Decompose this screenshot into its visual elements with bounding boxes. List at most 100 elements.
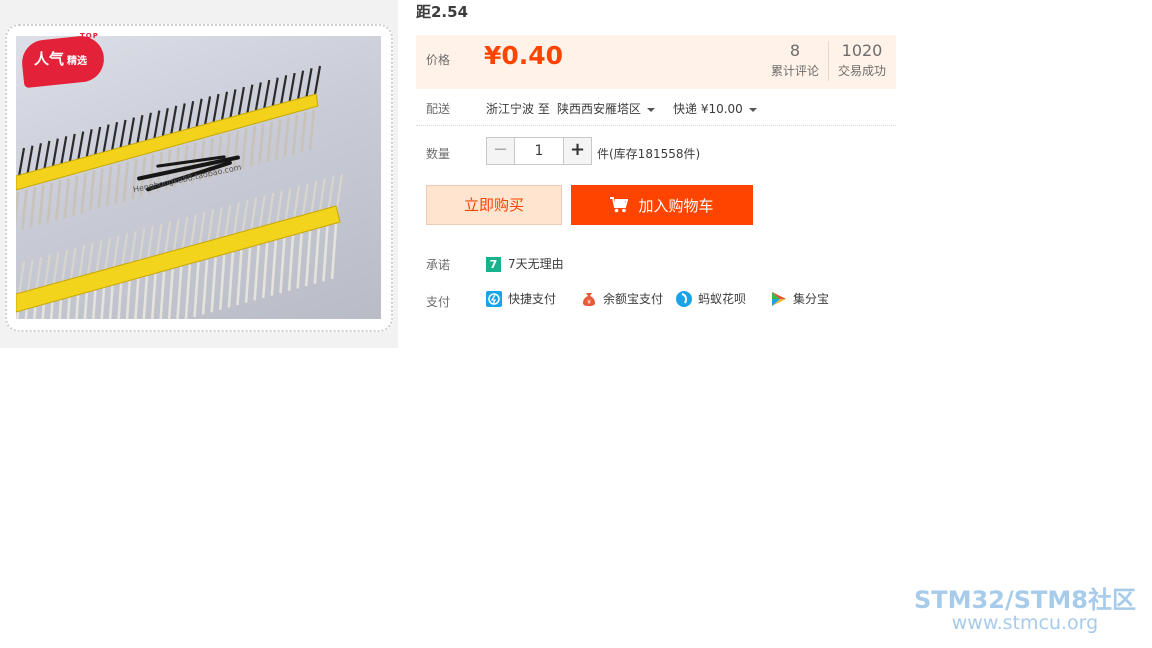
shipping-label: 配送 [426,102,451,116]
comments-label: 累计评论 [770,64,819,78]
pin-line [257,123,265,165]
pin-line [134,278,140,319]
pin-line [330,223,338,280]
shipping-method: 快递 ¥10.00 [673,102,743,116]
payment-quick-label: 快捷支付 [508,292,557,306]
pin-line [58,300,63,319]
payment-jifenbao[interactable]: 集分宝 [771,290,829,307]
pin-line [184,264,192,319]
pin-line [29,187,37,228]
pin-line [75,295,80,319]
site-watermark: STM32/STM8社区 www.stmcu.org [914,588,1136,633]
pin-line [91,290,97,319]
pin-line [274,119,282,160]
watermark-brand: STM32/STM8社区 [914,586,1136,614]
pin-line [167,269,174,319]
shipping-destination-select[interactable]: 陕西西安雁塔区 [557,100,656,117]
pin-line [291,114,299,155]
pin-line [150,273,157,319]
pin-line [83,292,89,319]
pin-line [308,109,316,151]
pin-line [279,238,286,294]
pin-line [159,271,166,319]
chevron-down-icon [647,107,656,112]
pin-line [33,307,37,319]
add-to-cart-label: 加入购物车 [638,196,714,215]
price-label: 价格 [426,53,451,67]
stock-text: 件(库存181558件) [597,147,701,161]
product-gallery: TOP 人气 精选 Henghongke88.taobao.com [0,0,398,348]
badge-sub-text: 精选 [67,56,88,67]
pin-line [227,252,235,308]
payment-huabei[interactable]: 蚂蚁花呗 [676,290,746,307]
increase-button[interactable]: + [563,138,591,164]
shipping-method-select[interactable]: 快递 ¥10.00 [673,100,757,117]
pin-line [176,266,183,319]
pin-line [253,245,260,301]
deals-stat: 1020 交易成功 [832,41,892,79]
pin-line [249,126,257,167]
pin-line [114,163,121,205]
pin-line [80,173,87,214]
pin-line [21,189,28,230]
pin-line [210,257,217,313]
comments-count: 8 [789,41,801,60]
watermark-url: www.stmcu.org [951,612,1099,634]
deals-label: 交易成功 [837,64,886,78]
pin-line [304,231,312,287]
deals-count: 1020 [841,41,883,60]
pin-line [100,288,106,319]
pin-line [16,311,20,319]
badge-label: 人气 精选 [34,48,87,69]
pin-line [125,280,132,319]
add-to-cart-button[interactable]: 加入购物车 [571,185,753,225]
promise-label: 承诺 [426,258,451,272]
pin-line [266,121,274,162]
buy-now-button[interactable]: 立即购买 [426,185,562,225]
quick-pay-icon [486,290,502,307]
pin-line [71,175,79,216]
pin-line [16,191,20,226]
pin-line [46,182,54,223]
pin-line [117,283,123,319]
shipping-origin: 浙江宁波 至 [486,102,550,116]
comments-stat[interactable]: 8 累计评论 [766,41,824,79]
pin-line [322,226,329,282]
pin-line [41,304,46,319]
shipping-destination: 陕西西安雁塔区 [557,102,642,116]
quantity-stepper: − + [486,137,592,165]
pin-line [296,233,303,289]
seven-day-return-icon: 7 [486,257,501,272]
pin-line [241,128,248,169]
pin-line [97,168,104,209]
pin-line [244,247,252,303]
payment-quick[interactable]: 快捷支付 [486,290,556,307]
promise-item[interactable]: 7 7天无理由 [486,255,564,272]
product-title: 距2.54 [416,3,469,21]
pin-line [193,261,200,318]
quantity-input[interactable] [515,138,563,164]
payment-yuebao[interactable]: ¥ 余额宝支付 [581,290,663,307]
pin-line [218,254,226,311]
price-panel: 价格 ¥0.40 8 累计评论 1020 交易成功 [416,35,896,89]
pin-line [313,228,321,284]
pin-line [54,180,62,221]
payment-huabei-label: 蚂蚁花呗 [698,292,747,306]
pin-line [201,259,209,315]
svg-text:¥: ¥ [587,299,591,306]
pin-line [300,112,307,153]
quantity-label: 数量 [426,147,451,161]
payment-yuebao-label: 余额宝支付 [603,292,664,306]
pin-line [122,161,130,202]
price-value: ¥0.40 [484,41,564,70]
decrease-button[interactable]: − [487,138,515,164]
section-divider [416,125,896,126]
badge-main-text: 人气 [34,50,65,68]
pin-line [261,242,269,299]
payment-label: 支付 [426,295,451,309]
promise-text: 7天无理由 [508,257,564,271]
cart-icon [610,197,629,213]
pin-line [63,177,71,219]
pin-line [287,235,295,291]
pin-line [38,184,45,226]
